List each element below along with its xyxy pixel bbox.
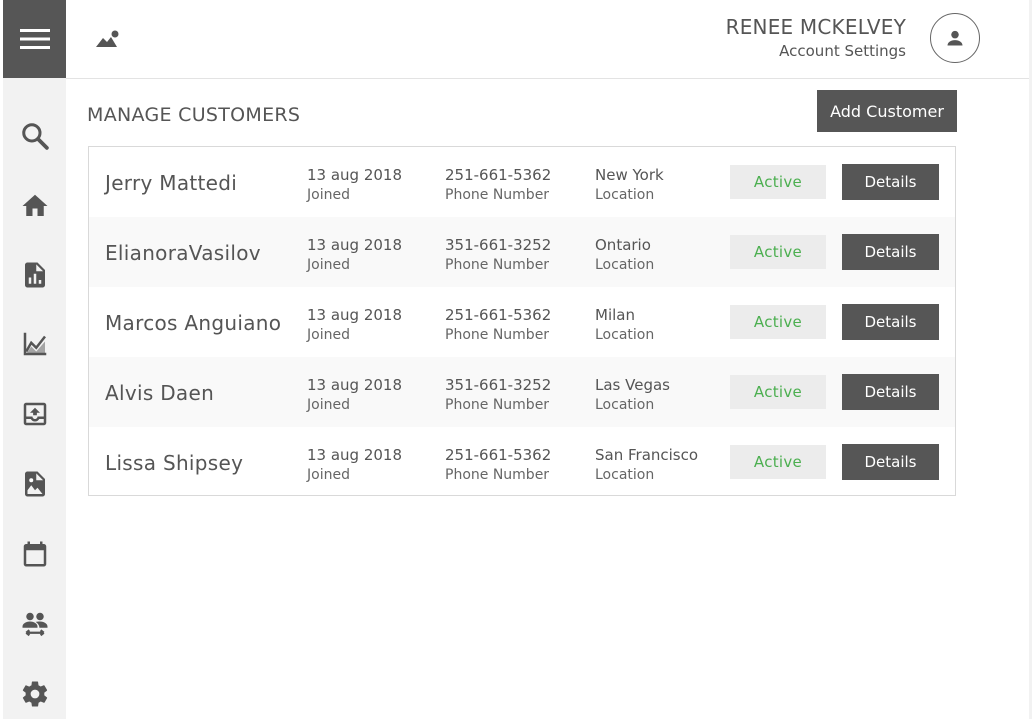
phone-label: Phone Number (445, 397, 550, 413)
details-button[interactable]: Details (842, 304, 939, 340)
location-cell: Las Vegas Location (595, 375, 670, 415)
joined-date: 13 aug 2018 (307, 376, 403, 394)
location-label: Location (595, 397, 655, 413)
table-row: Marcos Anguiano 13 aug 2018 Joined 251-6… (89, 287, 955, 357)
customer-name: Alvis Daen (105, 381, 215, 405)
sidebar-item-reports[interactable] (19, 259, 51, 291)
image-file-icon (25, 471, 45, 497)
user-name: RENEE MCKELVEY (725, 15, 906, 39)
joined-label: Joined (307, 187, 350, 203)
details-button[interactable]: Details (842, 234, 939, 270)
phone-label: Phone Number (445, 257, 550, 273)
table-row: Jerry Mattedi 13 aug 2018 Joined 251-661… (89, 147, 955, 217)
location-label: Location (595, 257, 655, 273)
phone-label: Phone Number (445, 467, 550, 483)
phone-label: Phone Number (445, 327, 550, 343)
user-block: RENEE MCKELVEY Account Settings (726, 14, 906, 62)
add-customer-button[interactable]: Add Customer (817, 90, 957, 132)
location-value: Las Vegas (595, 376, 670, 394)
phone-cell: 251-661-5362 Phone Number (445, 445, 551, 485)
joined-date: 13 aug 2018 (307, 446, 403, 464)
location-cell: Milan Location (595, 305, 654, 345)
user-icon (947, 30, 963, 46)
location-label: Location (595, 327, 655, 343)
sidebar-item-images[interactable] (19, 468, 51, 500)
customer-name: ElianoraVasilov (105, 241, 261, 265)
joined-date: 13 aug 2018 (307, 306, 403, 324)
location-label: Location (595, 467, 655, 483)
upload-icon (23, 402, 47, 426)
joined-cell: 13 aug 2018 Joined (307, 305, 402, 345)
customer-name: Lissa Shipsey (105, 451, 244, 475)
account-settings-link[interactable]: Account Settings (726, 40, 906, 62)
joined-cell: 13 aug 2018 Joined (307, 165, 402, 205)
joined-date: 13 aug 2018 (307, 236, 403, 254)
location-value: Ontario (595, 236, 651, 254)
joined-label: Joined (307, 467, 350, 483)
page-title: MANAGE CUSTOMERS (87, 104, 301, 126)
sidebar-item-search[interactable] (19, 120, 51, 152)
details-button[interactable]: Details (842, 164, 939, 200)
status-badge: Active (730, 235, 826, 269)
sidebar-item-settings[interactable] (19, 678, 51, 710)
joined-cell: 13 aug 2018 Joined (307, 375, 402, 415)
avatar[interactable] (930, 13, 980, 63)
joined-label: Joined (307, 327, 350, 343)
sidebar-item-people[interactable] (19, 608, 51, 640)
joined-cell: 13 aug 2018 Joined (307, 445, 402, 485)
location-value: New York (595, 166, 664, 184)
sidebar-item-analytics[interactable] (19, 328, 51, 360)
search-icon (22, 123, 49, 150)
sidebar (3, 0, 66, 719)
location-cell: New York Location (595, 165, 664, 205)
line-chart-icon (23, 332, 47, 356)
phone-number: 251-661-5362 (445, 166, 552, 184)
location-cell: Ontario Location (595, 235, 654, 275)
joined-cell: 13 aug 2018 Joined (307, 235, 402, 275)
phone-number: 251-661-5362 (445, 306, 552, 324)
top-bar: RENEE MCKELVEY Account Settings (66, 0, 1032, 79)
location-label: Location (595, 187, 655, 203)
customer-table: Jerry Mattedi 13 aug 2018 Joined 251-661… (88, 146, 956, 496)
sidebar-item-home[interactable] (19, 190, 51, 222)
calendar-icon (23, 541, 47, 567)
sidebar-item-calendar[interactable] (19, 538, 51, 570)
customer-name: Marcos Anguiano (105, 311, 282, 335)
phone-number: 351-661-3252 (445, 376, 552, 394)
gear-icon (22, 681, 48, 707)
phone-cell: 351-661-3252 Phone Number (445, 375, 551, 415)
details-button[interactable]: Details (842, 374, 939, 410)
location-cell: San Francisco Location (595, 445, 698, 485)
details-button[interactable]: Details (842, 444, 939, 480)
status-badge: Active (730, 165, 826, 199)
report-icon (25, 262, 45, 288)
joined-label: Joined (307, 257, 350, 273)
hamburger-menu-button[interactable] (3, 0, 66, 78)
joined-label: Joined (307, 397, 350, 413)
customer-name: Jerry Mattedi (105, 171, 238, 195)
table-row: ElianoraVasilov 13 aug 2018 Joined 351-6… (89, 217, 955, 287)
status-badge: Active (730, 305, 826, 339)
hamburger-icon (19, 29, 50, 49)
table-row: Alvis Daen 13 aug 2018 Joined 351-661-32… (89, 357, 955, 427)
phone-cell: 351-661-3252 Phone Number (445, 235, 551, 275)
phone-number: 251-661-5362 (445, 446, 552, 464)
people-transfer-icon (22, 612, 48, 637)
phone-label: Phone Number (445, 187, 550, 203)
table-row: Lissa Shipsey 13 aug 2018 Joined 251-661… (89, 427, 955, 497)
phone-cell: 251-661-5362 Phone Number (445, 305, 551, 345)
status-badge: Active (730, 445, 826, 479)
sidebar-item-upload[interactable] (19, 398, 51, 430)
location-value: Milan (595, 306, 635, 324)
joined-date: 13 aug 2018 (307, 166, 403, 184)
logo-icon (96, 30, 119, 47)
status-badge: Active (730, 375, 826, 409)
phone-cell: 251-661-5362 Phone Number (445, 165, 551, 205)
home-icon (22, 194, 48, 216)
location-value: San Francisco (595, 446, 699, 464)
phone-number: 351-661-3252 (445, 236, 552, 254)
